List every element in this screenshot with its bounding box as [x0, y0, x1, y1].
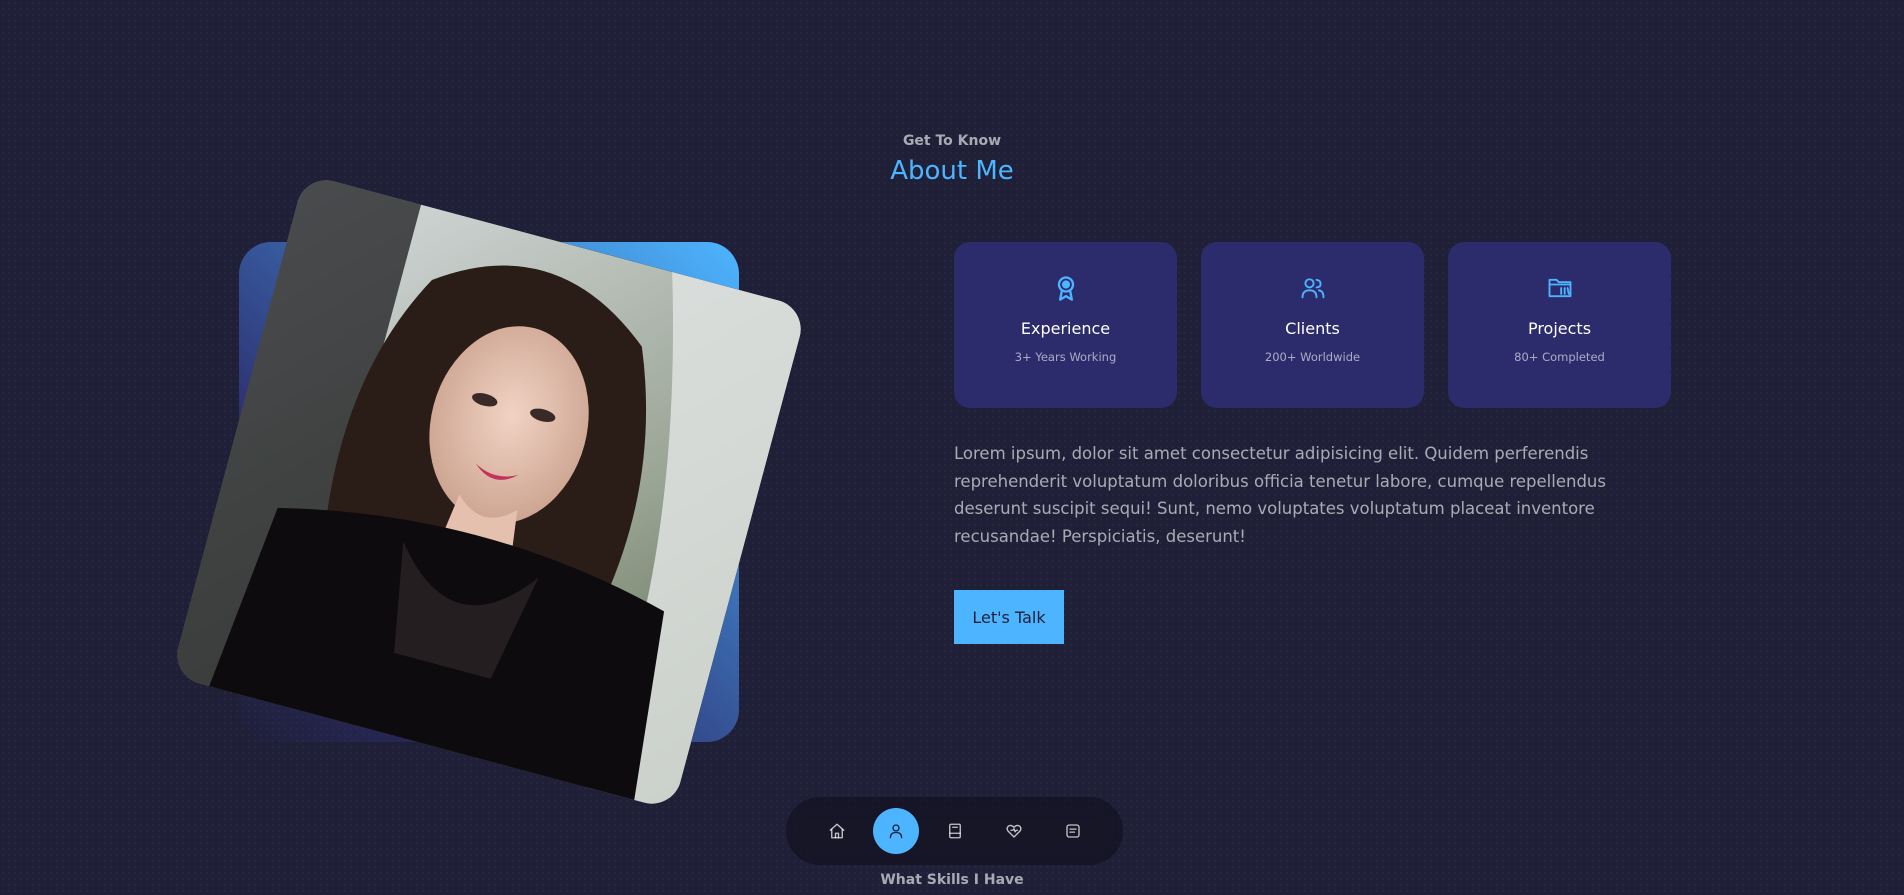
award-icon — [1052, 274, 1080, 302]
nav-contact[interactable] — [1050, 808, 1096, 854]
card-title: Experience — [1020, 319, 1111, 338]
heart-icon — [1005, 824, 1022, 838]
nav-home[interactable] — [814, 808, 860, 854]
section-subtitle: Get To Know — [902, 133, 1002, 149]
card-subtitle: 200+ Worldwide — [1264, 350, 1361, 364]
book-icon — [948, 823, 961, 839]
bottom-nav — [786, 797, 1123, 865]
user-icon — [889, 824, 902, 839]
about-description: Lorem ipsum, dolor sit amet consectetur … — [954, 444, 1606, 546]
nav-about[interactable] — [872, 808, 919, 854]
card-title: Clients — [1285, 319, 1340, 338]
card-subtitle: 3+ Years Working — [1014, 350, 1117, 364]
card-title: Projects — [1527, 319, 1592, 338]
experience-card: Experience 3+ Years Working — [954, 242, 1177, 408]
section-title: About Me — [890, 156, 1014, 186]
nav-services[interactable] — [991, 808, 1037, 854]
card-subtitle: 80+ Completed — [1514, 350, 1605, 364]
clients-card: Clients 200+ Worldwide — [1201, 242, 1424, 408]
stats-cards: Experience 3+ Years Working Clients 200+… — [954, 242, 1671, 408]
lets-talk-button[interactable]: Let's Talk — [954, 590, 1064, 644]
next-section-subtitle: What Skills I Have — [880, 872, 1024, 888]
message-icon — [1065, 824, 1080, 838]
nav-experience[interactable] — [932, 808, 978, 854]
home-icon — [829, 823, 844, 839]
projects-card: Projects 80+ Completed — [1448, 242, 1671, 408]
folder-icon — [1546, 274, 1574, 302]
users-icon — [1299, 274, 1327, 302]
